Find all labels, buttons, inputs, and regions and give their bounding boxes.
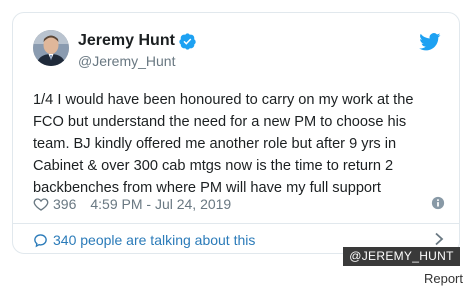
author-info[interactable]: Jeremy Hunt @Jeremy_Hunt	[78, 31, 196, 70]
author-display-name[interactable]: Jeremy Hunt	[78, 31, 175, 51]
conversation-link-label[interactable]: 340 people are talking about this	[53, 232, 255, 248]
twitter-bird-icon[interactable]	[419, 33, 441, 51]
like-count[interactable]: 396	[53, 196, 76, 212]
avatar[interactable]	[33, 30, 69, 66]
tweet-header: Jeremy Hunt @Jeremy_Hunt	[33, 29, 441, 71]
chevron-right-icon[interactable]	[433, 232, 445, 246]
tweet-text-line: FCO but understand the need for a new PM…	[33, 114, 407, 130]
heart-icon[interactable]	[33, 196, 49, 212]
speech-bubble-icon	[34, 233, 47, 247]
tweet-text-line: 1/4 I would have been honoured to carry …	[33, 92, 414, 108]
info-icon[interactable]	[431, 196, 445, 210]
divider	[13, 223, 459, 224]
tweet-meta: 396 4:59 PM - Jul 24, 2019	[33, 194, 445, 214]
tweet-text: 1/4 I would have been honoured to carry …	[33, 89, 449, 199]
tweet-embed-card[interactable]: Jeremy Hunt @Jeremy_Hunt 1/4 I would hav…	[12, 12, 460, 254]
verified-badge-icon	[179, 32, 196, 50]
report-link[interactable]: Report	[424, 271, 463, 287]
author-handle[interactable]: @Jeremy_Hunt	[78, 52, 196, 70]
tweet-text-line: team. BJ kindly offered me another role …	[33, 136, 397, 152]
avatar-image	[33, 30, 69, 66]
photo-credit-caption: @JEREMY_HUNT	[343, 247, 460, 266]
tweet-timestamp[interactable]: 4:59 PM - Jul 24, 2019	[90, 196, 231, 212]
tweet-text-line: Cabinet & over 300 cab mtgs now is the t…	[33, 158, 394, 174]
